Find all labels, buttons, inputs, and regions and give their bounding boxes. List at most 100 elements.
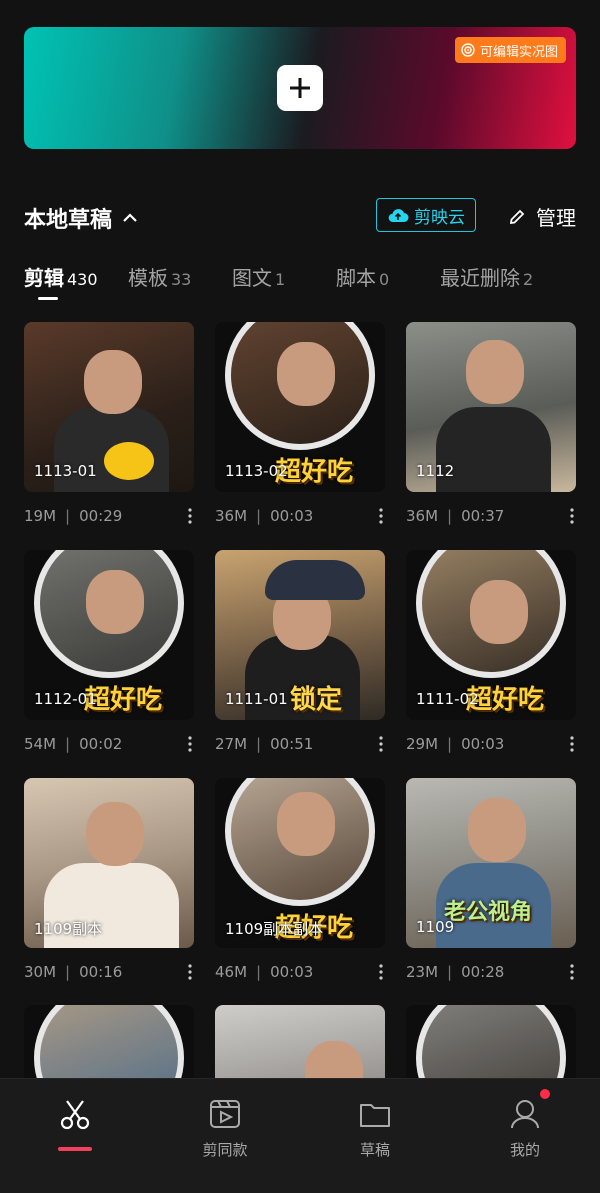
draft-meta: 36M | 00:03 [215, 506, 385, 526]
draft-meta: 19M | 00:29 [24, 506, 194, 526]
nav-profile[interactable]: 我的 [475, 1097, 575, 1160]
sticker-text: 锁定 [290, 685, 343, 715]
user-icon [511, 1100, 539, 1129]
draft-meta: 29M | 00:03 [406, 734, 576, 754]
draft-thumbnail[interactable]: 1112 [406, 322, 576, 492]
draft-name: 1109 [416, 918, 455, 936]
cloud-button[interactable]: 剪映云 [376, 198, 476, 232]
live-photo-button[interactable]: 可编辑实况图 [454, 37, 566, 63]
draft-tabs: 剪辑 430 模板 33 图文 1 脚本 0 最近删除 2 [24, 262, 584, 302]
sticker-text: 老公视角 [444, 900, 533, 925]
draft-duration: 00:37 [461, 507, 505, 525]
draft-duration: 00:03 [270, 507, 314, 525]
tab-label: 图文 [232, 266, 272, 290]
draft-name: 1111-02 [416, 690, 479, 708]
tab-script[interactable]: 脚本 0 [336, 262, 389, 291]
nav-drafts[interactable]: 草稿 [325, 1097, 425, 1160]
more-vertical-icon[interactable] [570, 736, 574, 752]
section-title[interactable]: 本地草稿 [24, 202, 138, 234]
nav-edit[interactable] [25, 1097, 125, 1139]
tab-count: 1 [275, 270, 286, 289]
section-title-label: 本地草稿 [24, 208, 113, 233]
tab-recently-deleted[interactable]: 最近删除 2 [440, 262, 533, 291]
more-vertical-icon[interactable] [379, 964, 383, 980]
tab-label: 模板 [128, 266, 168, 290]
tab-image-text[interactable]: 图文 1 [232, 262, 285, 291]
edit-pen-icon [509, 209, 525, 224]
draft-thumbnail[interactable]: 超好吃 1111-02 [406, 550, 576, 720]
tab-count: 33 [171, 270, 192, 289]
draft-card[interactable]: 老公视角 1109 23M | 00:28 [406, 778, 576, 981]
tab-count: 0 [379, 270, 390, 289]
draft-thumbnail[interactable]: 超好吃 1113-02 [215, 322, 385, 492]
draft-duration: 00:29 [79, 507, 123, 525]
tab-count: 2 [523, 270, 534, 289]
notification-badge [540, 1089, 550, 1099]
draft-card[interactable]: 超好吃 1113-02 36M | 00:03 [215, 322, 385, 525]
live-photo-icon [461, 43, 475, 57]
more-vertical-icon[interactable] [570, 964, 574, 980]
nav-templates[interactable]: 剪同款 [175, 1097, 275, 1160]
draft-name: 1109副本 [34, 920, 103, 938]
draft-thumbnail[interactable]: 超好吃 1112-01 [24, 550, 194, 720]
draft-size: 19M [24, 507, 57, 525]
draft-thumbnail[interactable]: 老公视角 1109 [406, 778, 576, 948]
draft-meta: 27M | 00:51 [215, 734, 385, 754]
draft-card[interactable]: 1112 36M | 00:37 [406, 322, 576, 525]
draft-size: 46M [215, 963, 248, 981]
draft-size: 29M [406, 735, 439, 753]
more-vertical-icon[interactable] [188, 736, 192, 752]
chevron-up-icon [123, 213, 137, 222]
manage-button[interactable]: 管理 [508, 202, 576, 231]
draft-name: 1112 [416, 462, 455, 480]
draft-meta: 46M | 00:03 [215, 962, 385, 982]
more-vertical-icon[interactable] [188, 508, 192, 524]
template-icon [210, 1100, 240, 1128]
draft-card[interactable]: 超好吃 1112-01 54M | 00:02 [24, 550, 194, 753]
tab-label: 脚本 [336, 266, 376, 290]
more-vertical-icon[interactable] [570, 508, 574, 524]
draft-meta: 30M | 00:16 [24, 962, 194, 982]
draft-size: 36M [406, 507, 439, 525]
drafts-header: 本地草稿 剪映云 管理 [24, 196, 576, 238]
cloud-label: 剪映云 [414, 207, 465, 228]
draft-thumbnail[interactable]: 1109副本 [24, 778, 194, 948]
draft-duration: 00:03 [461, 735, 505, 753]
draft-duration: 00:03 [270, 963, 314, 981]
draft-card[interactable]: 锁定 1111-01 27M | 00:51 [215, 550, 385, 753]
draft-size: 36M [215, 507, 248, 525]
tab-count: 430 [67, 270, 98, 289]
nav-label: 剪同款 [202, 1141, 248, 1159]
tab-template[interactable]: 模板 33 [128, 262, 191, 291]
draft-size: 30M [24, 963, 57, 981]
draft-card[interactable]: 1113-01 19M | 00:29 [24, 322, 194, 525]
more-vertical-icon[interactable] [379, 736, 383, 752]
draft-meta: 36M | 00:37 [406, 506, 576, 526]
tab-edit[interactable]: 剪辑 430 [24, 262, 98, 291]
more-vertical-icon[interactable] [188, 964, 192, 980]
scissors-icon [60, 1100, 90, 1130]
draft-card[interactable]: 1109副本 30M | 00:16 [24, 778, 194, 981]
draft-name: 1113-02 [225, 462, 288, 480]
nav-label: 草稿 [359, 1141, 390, 1159]
draft-duration: 00:51 [270, 735, 314, 753]
draft-duration: 00:02 [79, 735, 123, 753]
draft-card[interactable]: 超好吃 1109副本副本 46M | 00:03 [215, 778, 385, 981]
draft-card[interactable]: 超好吃 1111-02 29M | 00:03 [406, 550, 576, 753]
draft-name: 1111-01 [225, 690, 288, 708]
draft-name: 1113-01 [34, 462, 97, 480]
cloud-upload-icon [388, 209, 409, 223]
draft-name: 1112-01 [34, 690, 97, 708]
tab-active-indicator [38, 297, 58, 300]
draft-size: 27M [215, 735, 248, 753]
draft-thumbnail[interactable]: 1113-01 [24, 322, 194, 492]
new-project-button[interactable] [277, 65, 323, 111]
draft-duration: 00:28 [461, 963, 505, 981]
folder-icon [360, 1104, 390, 1127]
draft-thumbnail[interactable]: 超好吃 1109副本副本 [215, 778, 385, 948]
draft-thumbnail[interactable]: 锁定 1111-01 [215, 550, 385, 720]
nav-label: 我的 [509, 1141, 540, 1159]
manage-label: 管理 [536, 206, 576, 230]
tab-label: 最近删除 [440, 266, 520, 290]
more-vertical-icon[interactable] [379, 508, 383, 524]
